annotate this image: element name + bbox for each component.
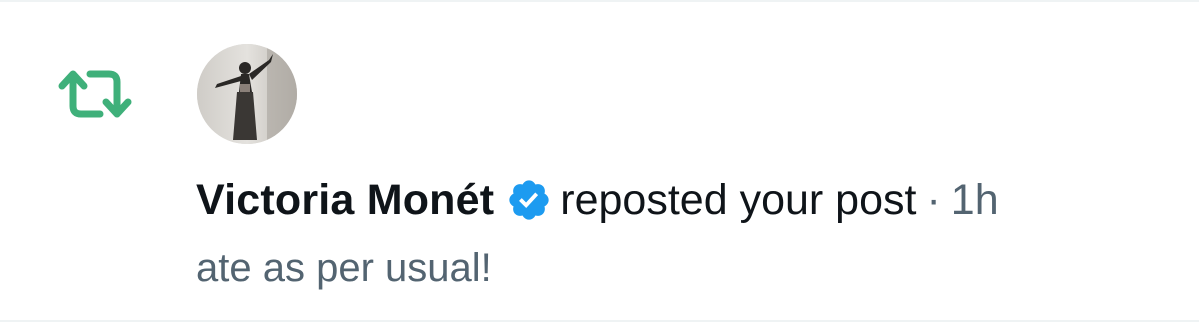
- post-excerpt[interactable]: ate as per usual!: [196, 240, 492, 296]
- separator: ·: [926, 176, 941, 224]
- timestamp: 1h: [950, 176, 999, 224]
- verified-badge-icon: [509, 180, 549, 220]
- divider-bottom: [0, 320, 1199, 322]
- avatar-image: [197, 44, 297, 144]
- repost-icon: [58, 70, 132, 118]
- user-name[interactable]: Victoria Monét: [196, 172, 494, 228]
- notification-headline: Victoria Monét reposted your post · 1h: [196, 172, 999, 228]
- action-text: reposted your post: [560, 176, 917, 224]
- repost-notification[interactable]: Victoria Monét reposted your post · 1h a…: [0, 0, 1199, 324]
- avatar[interactable]: [197, 44, 297, 144]
- divider-top: [0, 0, 1199, 2]
